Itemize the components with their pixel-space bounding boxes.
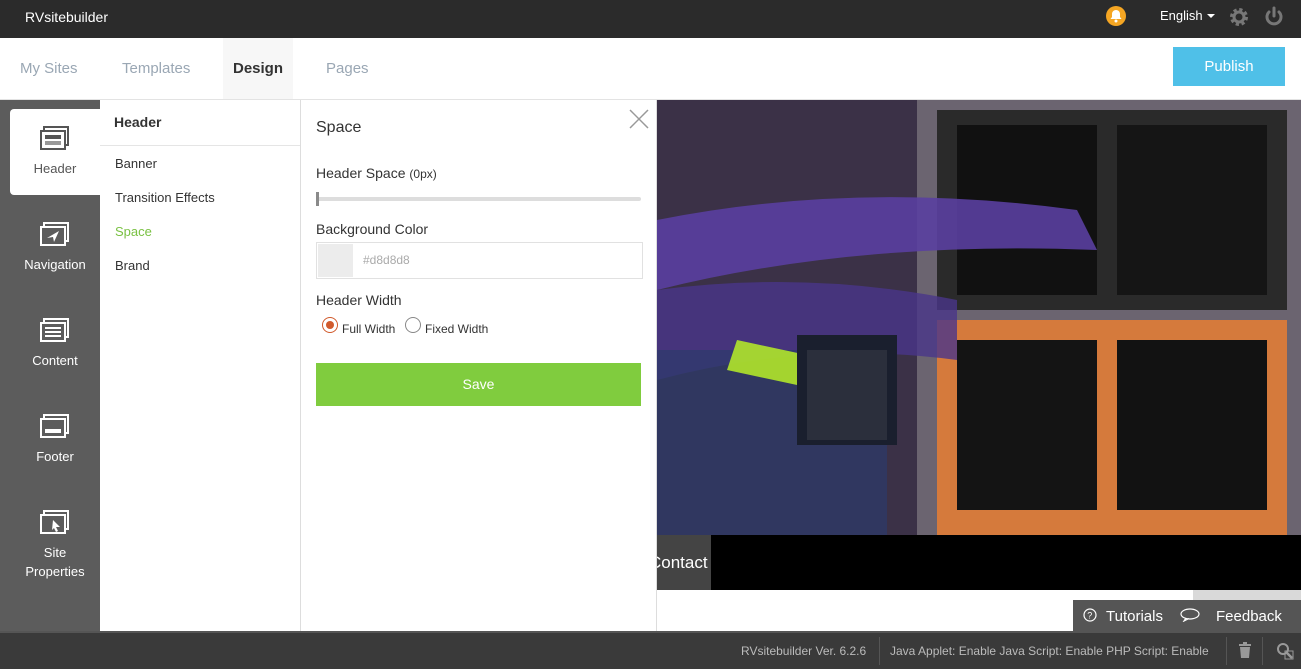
- sidebar-item-label: Content: [32, 353, 78, 368]
- svg-text:?: ?: [1087, 611, 1092, 621]
- language-label: English: [1160, 8, 1203, 23]
- space-settings-panel: Space Header Space (0px) Background Colo…: [301, 100, 657, 631]
- background-color-label: Background Color: [316, 221, 429, 237]
- divider: [100, 145, 300, 146]
- panel-title: Space: [316, 119, 362, 136]
- divider: [1226, 637, 1227, 665]
- submenu-item-banner[interactable]: Banner: [115, 156, 157, 171]
- publish-button[interactable]: Publish: [1173, 47, 1285, 86]
- horizontal-scrollbar[interactable]: [1193, 590, 1301, 600]
- design-sidebar: Header Navigation Content Footer Site Pr…: [0, 100, 100, 631]
- tab-templates[interactable]: Templates: [122, 38, 190, 99]
- background-color-field[interactable]: #d8d8d8: [316, 242, 643, 279]
- slider-handle[interactable]: [316, 192, 319, 206]
- sidebar-item-label-line2: Properties: [25, 564, 85, 579]
- tab-my-sites[interactable]: My Sites: [20, 38, 78, 99]
- status-bar: RVsitebuilder Ver. 6.2.6 Java Applet: En…: [0, 631, 1301, 669]
- submenu-item-transition-effects[interactable]: Transition Effects: [115, 190, 215, 205]
- version-text: RVsitebuilder Ver. 6.2.6: [741, 644, 867, 658]
- fixed-width-radio[interactable]: [405, 317, 421, 333]
- environment-status: Java Applet: Enable Java Script: Enable …: [890, 644, 1209, 658]
- gear-icon[interactable]: [1228, 6, 1250, 33]
- help-bar: ? Tutorials Feedback: [1073, 600, 1301, 631]
- chevron-down-icon: [1206, 14, 1215, 18]
- sidebar-item-site-properties[interactable]: Site Properties: [10, 493, 100, 593]
- color-value: #d8d8d8: [363, 253, 410, 267]
- sidebar-item-label: Site: [43, 545, 67, 560]
- zoom-icon[interactable]: [1276, 642, 1294, 660]
- top-bar: RVsitebuilder English: [0, 0, 1301, 38]
- tutorials-link[interactable]: Tutorials: [1106, 608, 1163, 625]
- divider: [879, 637, 880, 665]
- full-width-radio[interactable]: [322, 317, 338, 333]
- language-selector[interactable]: English: [1160, 8, 1215, 23]
- divider: [1262, 637, 1263, 665]
- sidebar-item-navigation[interactable]: Navigation: [10, 205, 100, 291]
- power-icon[interactable]: [1263, 6, 1285, 33]
- header-icon: [40, 126, 69, 150]
- header-space-text: Header Space: [316, 165, 406, 181]
- sidebar-item-label: Footer: [36, 449, 74, 464]
- submenu-item-brand[interactable]: Brand: [115, 258, 150, 273]
- full-width-label: Full Width: [342, 322, 396, 336]
- notification-bell-icon[interactable]: [1106, 6, 1126, 26]
- header-space-label: Header Space (0px): [316, 165, 437, 181]
- navigation-icon: [40, 222, 69, 246]
- header-banner-image: [657, 100, 1301, 535]
- sidebar-item-label: Navigation: [24, 257, 86, 272]
- tab-design[interactable]: Design: [223, 38, 294, 99]
- app-title: RVsitebuilder: [25, 9, 109, 25]
- sidebar-item-label: Header: [33, 161, 77, 176]
- tab-pages[interactable]: Pages: [326, 38, 369, 99]
- feedback-link[interactable]: Feedback: [1216, 608, 1282, 625]
- header-submenu: Header Banner Transition Effects Space B…: [100, 100, 301, 631]
- help-icon: ?: [1083, 608, 1097, 622]
- footer-icon: [40, 414, 69, 438]
- main-nav: My Sites Templates Design Pages Publish: [0, 38, 1301, 100]
- content-icon: [40, 318, 69, 342]
- header-space-slider[interactable]: [316, 197, 641, 201]
- chat-bubble-icon: [1180, 608, 1200, 622]
- close-icon[interactable]: [628, 108, 650, 130]
- sidebar-item-content[interactable]: Content: [10, 301, 100, 387]
- nav-item-contact-us[interactable]: Contact Us: [657, 535, 711, 590]
- save-button[interactable]: Save: [316, 363, 641, 406]
- submenu-item-space[interactable]: Space: [115, 224, 152, 239]
- site-properties-icon: [40, 510, 69, 534]
- submenu-title: Header: [114, 114, 162, 130]
- trash-icon[interactable]: [1238, 642, 1252, 659]
- site-nav-preview: Contact Us: [657, 535, 1301, 590]
- color-swatch[interactable]: [318, 244, 353, 277]
- header-width-label: Header Width: [316, 292, 402, 308]
- header-space-value: (0px): [409, 167, 437, 181]
- sidebar-item-footer[interactable]: Footer: [10, 397, 100, 483]
- sidebar-item-header[interactable]: Header: [10, 109, 100, 195]
- network-switch-image: [657, 100, 1301, 535]
- fixed-width-label: Fixed Width: [425, 322, 489, 336]
- site-preview: Contact Us ? Tutorials Feedback: [657, 100, 1301, 631]
